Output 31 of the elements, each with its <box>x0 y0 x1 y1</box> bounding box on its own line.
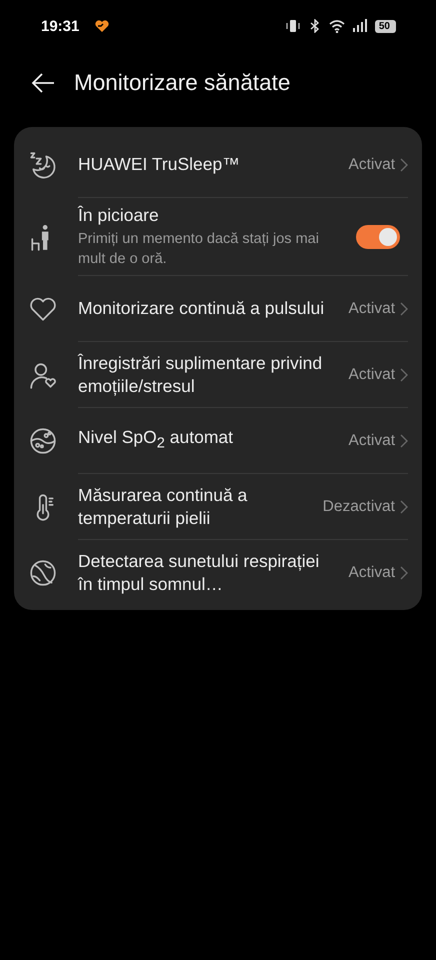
chevron-icon <box>400 302 408 316</box>
setting-title: Monitorizare continuă a pulsului <box>78 297 326 320</box>
heart-app-icon <box>95 19 110 33</box>
setting-title: Nivel SpO$_{2}$ automat <box>78 426 234 454</box>
status-link[interactable]: Activat <box>348 366 408 384</box>
chevron-icon <box>400 158 408 172</box>
chevron-icon <box>400 566 408 580</box>
setting-title: Măsurarea continuă a temperaturii pielii <box>78 484 248 530</box>
status-link[interactable]: Activat <box>348 300 408 318</box>
toggle-switch[interactable] <box>356 224 400 248</box>
clock-time: 19:31 <box>41 18 80 34</box>
status-link[interactable]: Activat <box>348 156 408 174</box>
setting-title: În picioare <box>78 204 160 227</box>
status-link[interactable]: Dezactivat <box>322 498 408 516</box>
battery-level: 50 <box>374 20 396 32</box>
setting-description: Primiți un memento dacă stați jos mai mult de o oră. <box>78 230 320 269</box>
status-link[interactable]: Activat <box>348 564 408 582</box>
breathing-globe-icon <box>28 558 58 588</box>
page-title: Monitorizare sănătate <box>74 70 290 96</box>
blood-oxygen-icon <box>28 426 58 456</box>
setting-title: HUAWEI TruSleep™ <box>78 153 241 176</box>
setting-title: Înregistrări suplimentare privind emoțiile/stresul <box>78 352 324 398</box>
chevron-icon <box>400 434 408 448</box>
status-link[interactable]: Activat <box>348 432 408 450</box>
chevron-icon <box>400 500 408 514</box>
signal-icon <box>350 19 367 33</box>
wifi-icon <box>328 19 345 33</box>
sleep-moon-icon <box>28 150 58 180</box>
setting-title: Detectarea sunetului respirației în timpul somnul… <box>78 550 320 596</box>
chevron-icon <box>400 368 408 382</box>
vibrate-icon <box>284 19 301 33</box>
